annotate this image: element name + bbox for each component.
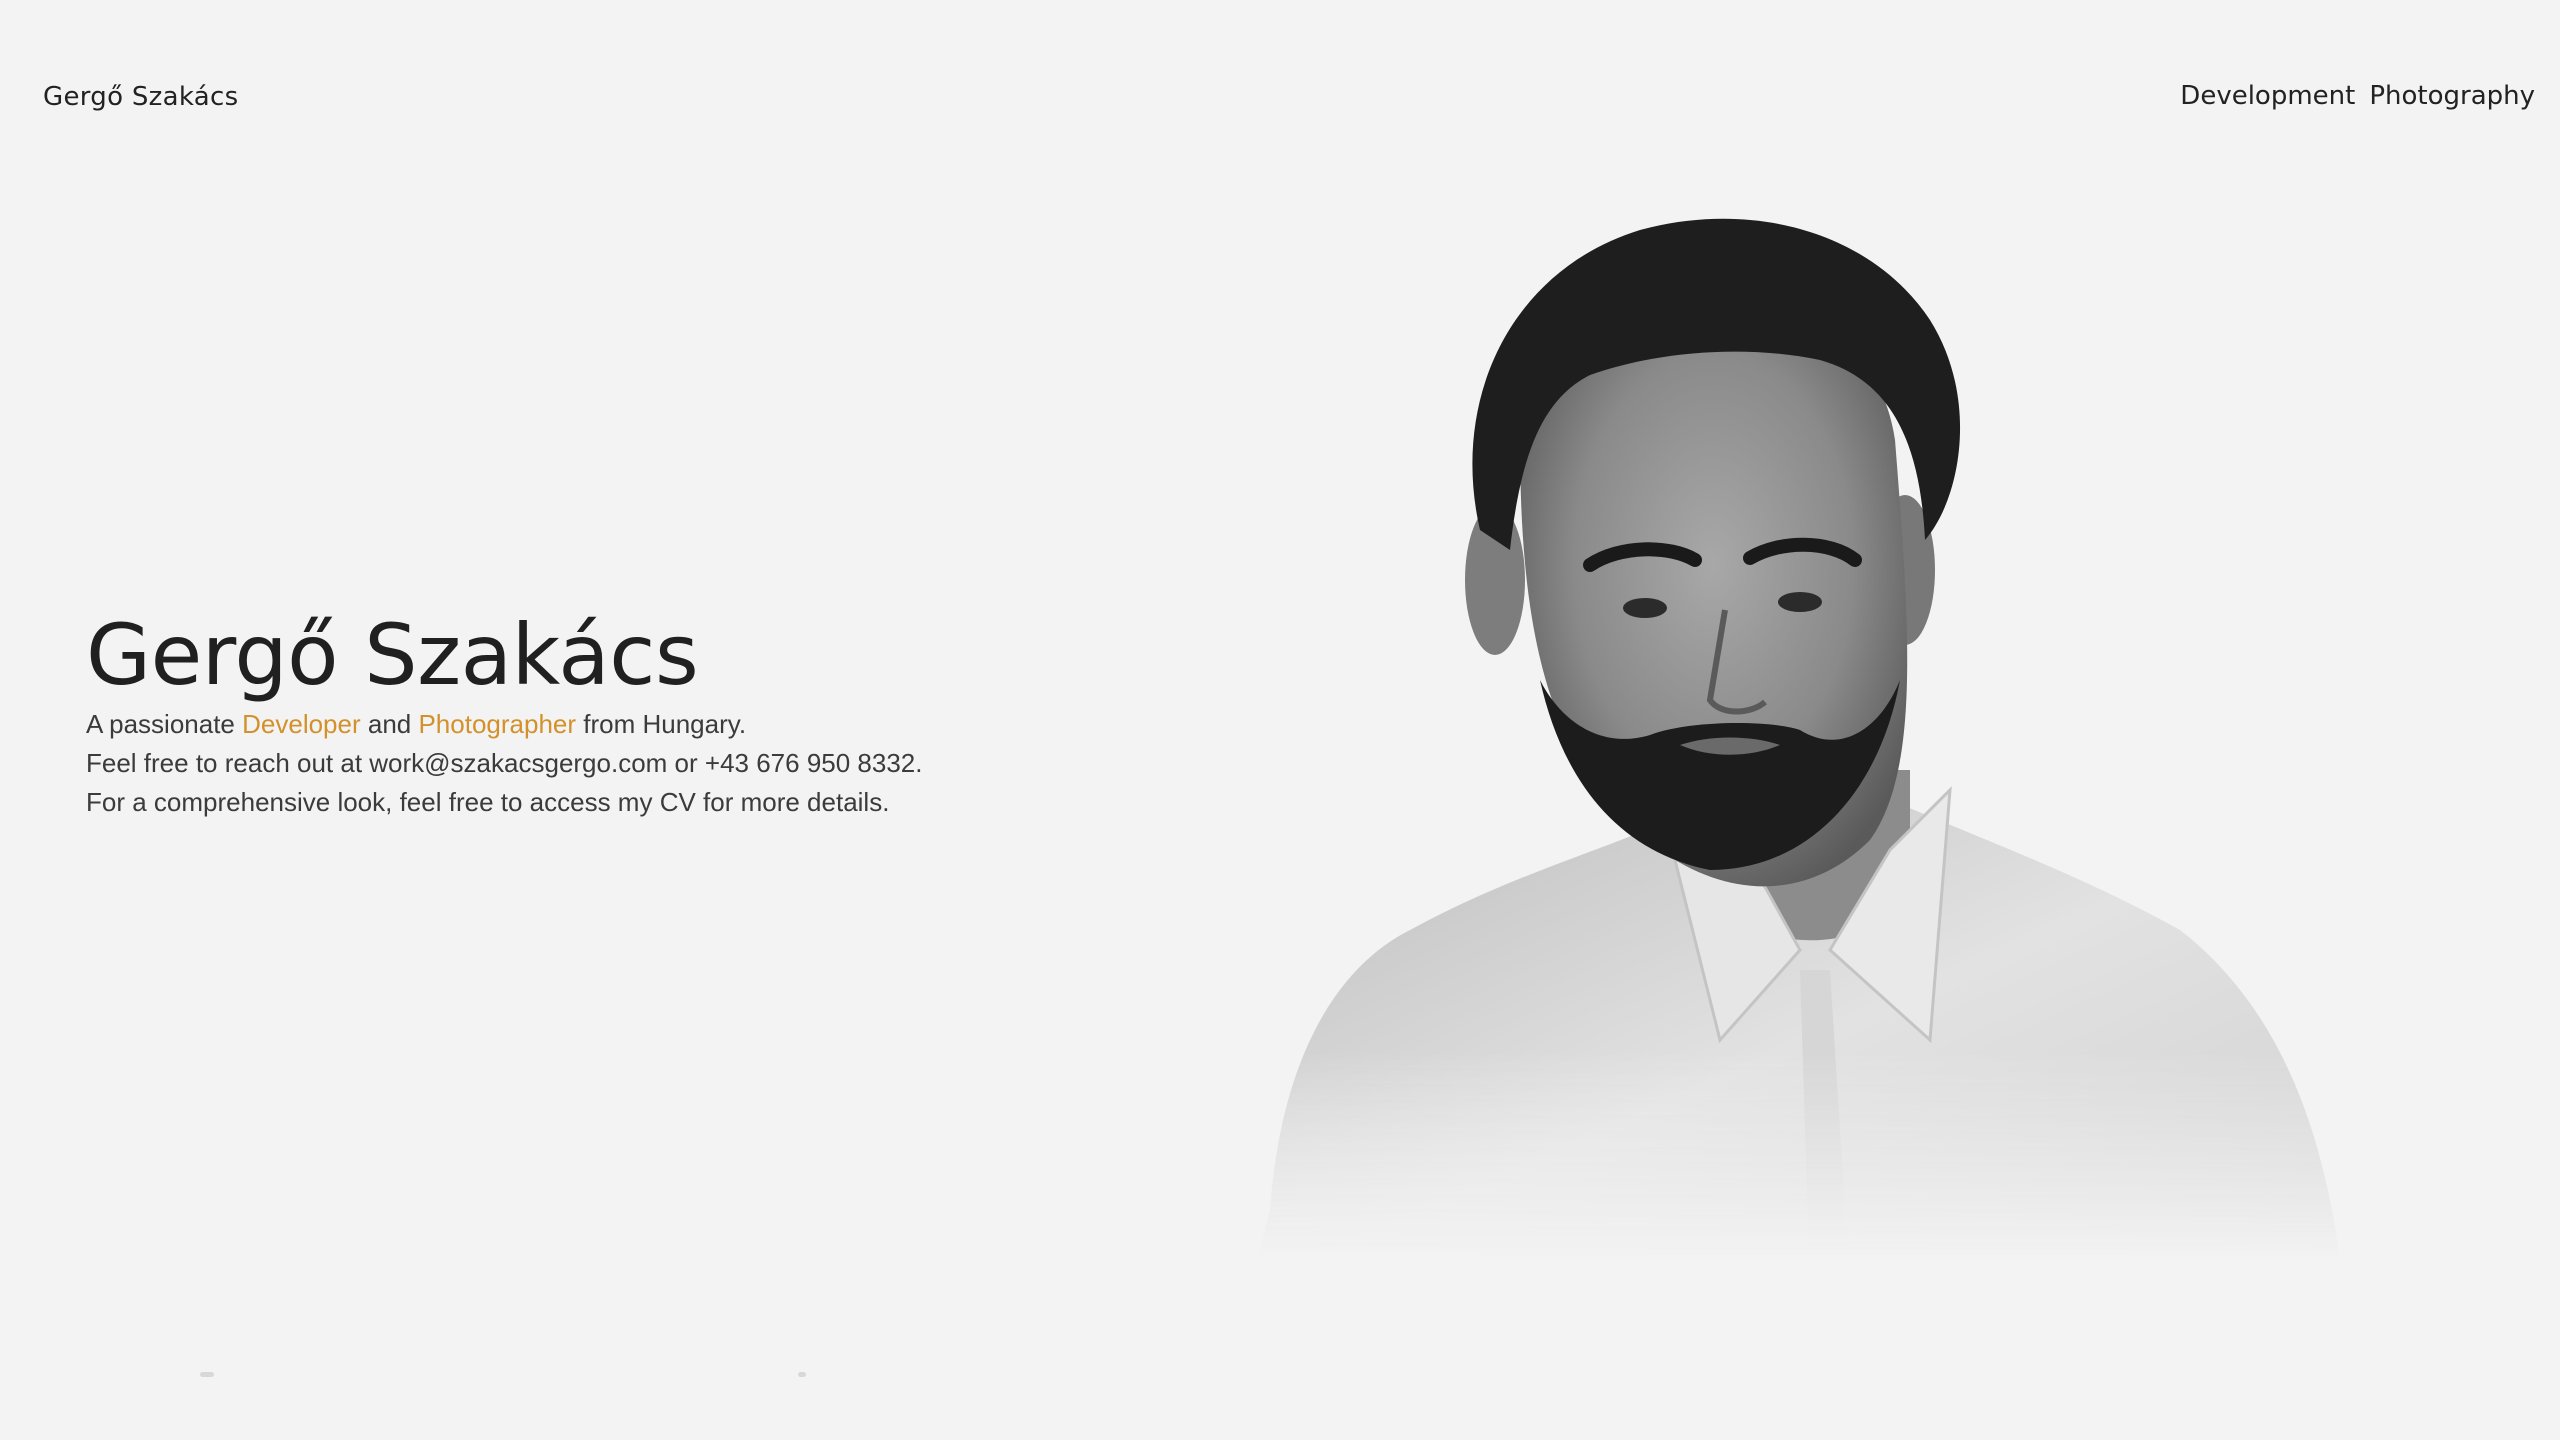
nav-photography-link[interactable]: Photography [2369,81,2535,111]
nav-development-link[interactable]: Development [2180,81,2355,111]
hero-intro: Gergő Szakács A passionate Developer and… [86,605,922,822]
main-nav: Development Photography [2180,81,2535,111]
tagline-suffix: from Hungary. [576,709,747,739]
hero-contact-line: Feel free to reach out at work@szakacsge… [86,748,923,778]
scroll-indicator-right [798,1372,806,1377]
page: Gergő Szakács Development Photography Ge… [0,0,2560,1440]
photographer-link[interactable]: Photographer [418,709,576,739]
site-name-link[interactable]: Gergő Szakács [43,82,238,112]
scroll-indicator-left [200,1372,214,1377]
hero-tagline: A passionate Developer and Photographer … [86,705,922,744]
hero-cv-line: For a comprehensive look, feel free to a… [86,787,890,817]
portrait-photo [1250,218,2340,1290]
hero-title: Gergő Szakács [86,606,699,704]
tagline-middle: and [360,709,419,739]
developer-link[interactable]: Developer [242,709,361,739]
tagline-prefix: A passionate [86,709,243,739]
